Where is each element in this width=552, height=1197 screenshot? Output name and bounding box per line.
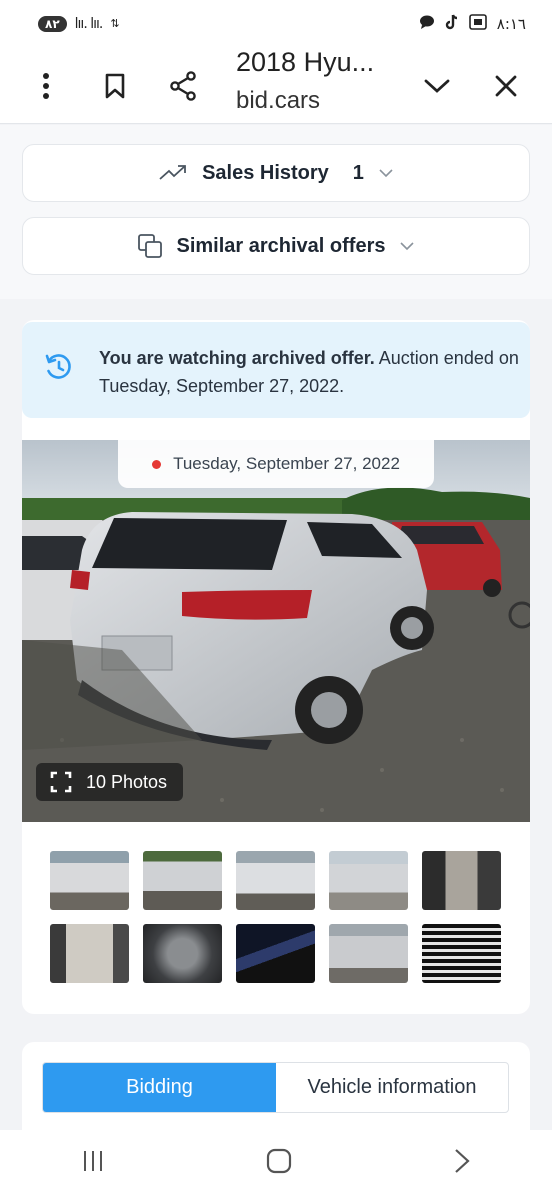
home-icon — [266, 1148, 292, 1174]
share-button[interactable] — [161, 64, 205, 108]
back-button[interactable] — [453, 1148, 471, 1179]
sales-history-count: 1 — [352, 161, 364, 184]
expand-button[interactable] — [415, 64, 459, 108]
similar-offers-toggle[interactable]: Similar archival offers — [22, 217, 530, 275]
browser-header: 2018 Hyu... bid.cars — [0, 47, 552, 124]
photos-count-button[interactable]: 10 Photos — [36, 763, 184, 801]
tiktok-icon — [445, 14, 459, 34]
tab-bar: Bidding Vehicle information — [42, 1062, 509, 1113]
main-vehicle-photo[interactable]: Tuesday, September 27, 2022 10 Photos — [22, 440, 530, 822]
close-button[interactable] — [484, 64, 528, 108]
main-section: You are watching archived offer. Auction… — [0, 300, 552, 1030]
bookmark-icon — [105, 73, 125, 99]
sales-history-toggle[interactable]: Sales History 1 — [22, 144, 530, 202]
page-title: 2018 Hyu... — [236, 47, 375, 77]
home-button[interactable] — [266, 1148, 292, 1179]
clock-time: ٨:١٦ — [496, 15, 526, 33]
similar-offers-label: Similar archival offers — [176, 234, 386, 257]
sales-history-label: Sales History — [202, 161, 329, 184]
copy-icon — [137, 234, 162, 258]
auction-date-chip: Tuesday, September 27, 2022 — [118, 440, 434, 488]
more-vertical-icon — [43, 73, 49, 99]
thumbnail-8[interactable] — [236, 924, 315, 983]
bookmark-button[interactable] — [93, 64, 137, 108]
thumbnail-10[interactable] — [422, 924, 501, 983]
top-section: Sales History 1 Similar archival offers — [0, 125, 552, 299]
thumbnail-6[interactable] — [50, 924, 129, 983]
tabs-section: Bidding Vehicle information — [0, 1030, 552, 1142]
tabs-panel: Bidding Vehicle information — [22, 1042, 530, 1142]
page-title-block[interactable]: 2018 Hyu... bid.cars — [236, 47, 406, 115]
thumbnail-4[interactable] — [329, 851, 408, 910]
system-nav-bar — [0, 1130, 552, 1197]
thumbnail-3[interactable] — [236, 851, 315, 910]
close-icon — [495, 75, 517, 97]
history-icon — [45, 354, 71, 379]
share-icon — [170, 71, 196, 101]
thumbnail-5[interactable] — [422, 851, 501, 910]
tab-vehicle-information[interactable]: Vehicle information — [276, 1063, 508, 1112]
tab-bidding[interactable]: Bidding — [43, 1063, 276, 1112]
more-options-button[interactable] — [24, 64, 68, 108]
photos-count-label: 10 Photos — [86, 771, 168, 792]
chevron-right-icon — [455, 1149, 470, 1173]
recent-apps-button[interactable] — [81, 1149, 105, 1178]
archived-notice-text: You are watching archived offer. Auction… — [99, 344, 519, 400]
screenshot-icon — [468, 14, 487, 34]
chevron-down-icon — [400, 242, 415, 251]
data-transfer-icon: ⇅ — [110, 17, 120, 30]
signal-icon: lıı. lıı. — [74, 16, 104, 32]
recent-apps-icon — [83, 1151, 102, 1171]
page-domain: bid.cars — [236, 87, 321, 114]
status-bar: ٨٢ lıı. lıı. ⇅ ٨:١٦ — [0, 0, 552, 48]
thumbnail-7[interactable] — [143, 924, 222, 983]
archived-notice-bold: You are watching archived offer. — [99, 348, 375, 368]
notification-count-badge: ٨٢ — [38, 16, 67, 32]
thumbnail-2[interactable] — [143, 851, 222, 910]
archived-notice: You are watching archived offer. Auction… — [22, 322, 530, 418]
status-dot — [152, 459, 162, 469]
thumbnail-1[interactable] — [50, 851, 129, 910]
auction-date: Tuesday, September 27, 2022 — [173, 454, 400, 473]
trending-up-icon — [159, 165, 186, 180]
chevron-down-icon — [379, 169, 393, 178]
fullscreen-icon — [50, 771, 72, 793]
thumbnail-9[interactable] — [329, 924, 408, 983]
chevron-down-icon — [424, 79, 450, 93]
chat-bubble-icon — [419, 15, 435, 33]
